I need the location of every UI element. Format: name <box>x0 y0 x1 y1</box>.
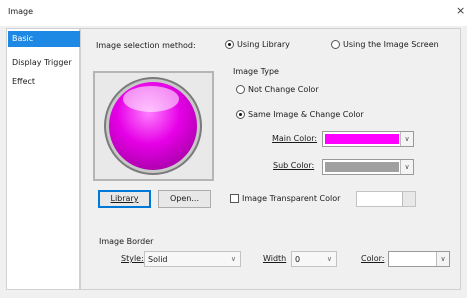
radio-indicator[interactable] <box>225 40 234 49</box>
border-width-label: Width <box>263 254 287 263</box>
image-preview <box>93 71 214 181</box>
radio-label: Using Library <box>237 40 290 49</box>
chevron-down-icon[interactable]: ∨ <box>436 252 449 266</box>
open-button-label: Open... <box>170 194 199 203</box>
library-button-label: Library <box>110 194 139 203</box>
radio-indicator[interactable] <box>236 110 245 119</box>
main-color-label: Main Color: <box>272 134 318 143</box>
chevron-down-icon[interactable] <box>402 192 415 206</box>
library-button[interactable]: Library <box>98 190 151 208</box>
border-color-swatch <box>391 254 435 264</box>
border-width-value: 0 <box>295 255 301 264</box>
border-style-label: Style: <box>121 254 144 263</box>
checkbox-indicator[interactable] <box>230 194 239 203</box>
chevron-down-icon[interactable]: ∨ <box>231 255 236 263</box>
sub-color-label: Sub Color: <box>273 161 315 170</box>
radio-not-change-color[interactable]: Not Change Color <box>236 85 319 94</box>
radio-same-image-change-color[interactable]: Same Image & Change Color <box>236 110 364 119</box>
radio-using-library[interactable]: Using Library <box>225 40 290 49</box>
sidebar-item-basic[interactable]: Basic <box>8 31 80 47</box>
open-button[interactable]: Open... <box>158 190 211 208</box>
border-color-picker[interactable]: ∨ <box>388 251 450 267</box>
sidebar-item-display-trigger[interactable]: Display Trigger <box>8 55 80 71</box>
border-style-select[interactable]: Solid ∨ <box>144 251 241 267</box>
radio-label: Not Change Color <box>248 85 319 94</box>
chevron-down-icon[interactable]: ∨ <box>400 132 413 146</box>
transparent-color-checkbox[interactable]: Image Transparent Color <box>230 194 340 203</box>
transparent-color-swatch <box>359 194 401 204</box>
selection-method-label: Image selection method: <box>96 41 196 50</box>
chevron-down-icon[interactable]: ∨ <box>327 255 332 263</box>
checkbox-label: Image Transparent Color <box>242 194 341 203</box>
border-style-value: Solid <box>148 255 168 264</box>
image-border-label: Image Border <box>99 237 154 246</box>
sidebar: Basic Display Trigger Effect <box>6 28 80 290</box>
sub-color-swatch <box>325 162 399 172</box>
main-color-picker[interactable]: ∨ <box>322 131 414 147</box>
sidebar-item-effect[interactable]: Effect <box>8 74 80 90</box>
lamp-image <box>104 77 202 175</box>
image-type-label: Image Type <box>233 67 279 76</box>
chevron-down-icon[interactable]: ∨ <box>400 160 413 174</box>
window-title: Image <box>8 7 34 16</box>
main-color-swatch <box>325 134 399 144</box>
border-width-select[interactable]: 0 ∨ <box>291 251 337 267</box>
radio-label: Using the Image Screen <box>343 40 439 49</box>
radio-indicator[interactable] <box>331 40 340 49</box>
sub-color-picker[interactable]: ∨ <box>322 159 414 175</box>
radio-indicator[interactable] <box>236 85 245 94</box>
border-color-label: Color: <box>361 254 385 263</box>
transparent-color-picker[interactable] <box>356 191 416 207</box>
radio-using-image-screen[interactable]: Using the Image Screen <box>331 40 439 49</box>
radio-label: Same Image & Change Color <box>248 110 364 119</box>
close-icon[interactable]: × <box>456 4 465 17</box>
title-bar <box>0 0 467 26</box>
